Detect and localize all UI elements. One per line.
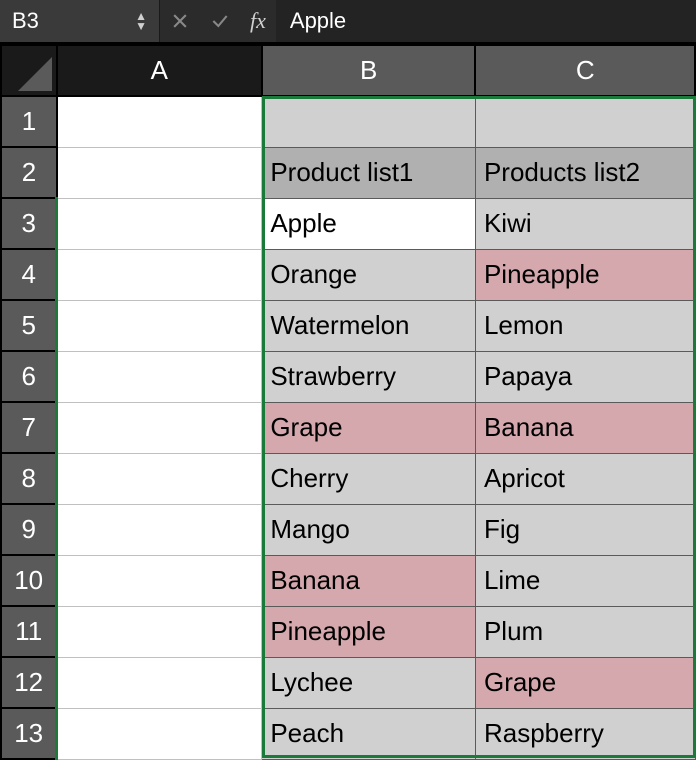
- select-all-corner[interactable]: [1, 45, 57, 96]
- cell-a8[interactable]: [57, 453, 262, 504]
- cell-b7[interactable]: Grape: [262, 402, 476, 453]
- row-header-13[interactable]: 13: [1, 708, 57, 759]
- cancel-button[interactable]: [160, 0, 200, 42]
- cell-c13[interactable]: Raspberry: [475, 708, 695, 759]
- cell-c12[interactable]: Grape: [475, 657, 695, 708]
- cell-c11[interactable]: Plum: [475, 606, 695, 657]
- row-header-12[interactable]: 12: [1, 657, 57, 708]
- cell-a2[interactable]: [57, 147, 262, 198]
- cell-a3[interactable]: [57, 198, 262, 249]
- name-box-cell-ref: B3: [12, 8, 135, 34]
- row-header-7[interactable]: 7: [1, 402, 57, 453]
- row-header-1[interactable]: 1: [1, 96, 57, 147]
- column-header-a[interactable]: A: [57, 45, 262, 96]
- cell-b11[interactable]: Pineapple: [262, 606, 476, 657]
- column-header-b[interactable]: B: [262, 45, 476, 96]
- row-header-9[interactable]: 9: [1, 504, 57, 555]
- row-header-3[interactable]: 3: [1, 198, 57, 249]
- cell-a5[interactable]: [57, 300, 262, 351]
- cell-c9[interactable]: Fig: [475, 504, 695, 555]
- cell-c2[interactable]: Products list2: [475, 147, 695, 198]
- cell-c3[interactable]: Kiwi: [475, 198, 695, 249]
- cell-b1[interactable]: [262, 96, 476, 147]
- cell-b12[interactable]: Lychee: [262, 657, 476, 708]
- row-header-6[interactable]: 6: [1, 351, 57, 402]
- cell-b5[interactable]: Watermelon: [262, 300, 476, 351]
- formula-input[interactable]: [276, 0, 696, 42]
- fx-label[interactable]: fx: [240, 0, 276, 42]
- name-box[interactable]: B3 ▲▼: [0, 0, 160, 42]
- cell-c5[interactable]: Lemon: [475, 300, 695, 351]
- row-header-4[interactable]: 4: [1, 249, 57, 300]
- cell-c1[interactable]: [475, 96, 695, 147]
- formula-bar: B3 ▲▼ fx: [0, 0, 696, 44]
- row-header-2[interactable]: 2: [1, 147, 57, 198]
- cell-a11[interactable]: [57, 606, 262, 657]
- row-header-5[interactable]: 5: [1, 300, 57, 351]
- column-header-c[interactable]: C: [475, 45, 695, 96]
- cell-b6[interactable]: Strawberry: [262, 351, 476, 402]
- cell-b3[interactable]: Apple: [262, 198, 476, 249]
- cell-a1[interactable]: [57, 96, 262, 147]
- cell-a6[interactable]: [57, 351, 262, 402]
- check-icon: [210, 11, 230, 31]
- spreadsheet-grid: A B C 1 2 Product list1 Products list2 3…: [0, 44, 696, 760]
- cell-b9[interactable]: Mango: [262, 504, 476, 555]
- cell-b8[interactable]: Cherry: [262, 453, 476, 504]
- cell-a10[interactable]: [57, 555, 262, 606]
- cell-c4[interactable]: Pineapple: [475, 249, 695, 300]
- cell-c6[interactable]: Papaya: [475, 351, 695, 402]
- row-header-10[interactable]: 10: [1, 555, 57, 606]
- cell-a4[interactable]: [57, 249, 262, 300]
- cell-a9[interactable]: [57, 504, 262, 555]
- cell-b2[interactable]: Product list1: [262, 147, 476, 198]
- cell-c7[interactable]: Banana: [475, 402, 695, 453]
- cell-a7[interactable]: [57, 402, 262, 453]
- cell-b13[interactable]: Peach: [262, 708, 476, 759]
- cell-a13[interactable]: [57, 708, 262, 759]
- cell-c10[interactable]: Lime: [475, 555, 695, 606]
- name-box-dropdown-icon[interactable]: ▲▼: [135, 11, 147, 31]
- row-header-8[interactable]: 8: [1, 453, 57, 504]
- cell-c8[interactable]: Apricot: [475, 453, 695, 504]
- cell-b4[interactable]: Orange: [262, 249, 476, 300]
- cell-a12[interactable]: [57, 657, 262, 708]
- cell-b10[interactable]: Banana: [262, 555, 476, 606]
- confirm-button[interactable]: [200, 0, 240, 42]
- close-icon: [170, 11, 190, 31]
- row-header-11[interactable]: 11: [1, 606, 57, 657]
